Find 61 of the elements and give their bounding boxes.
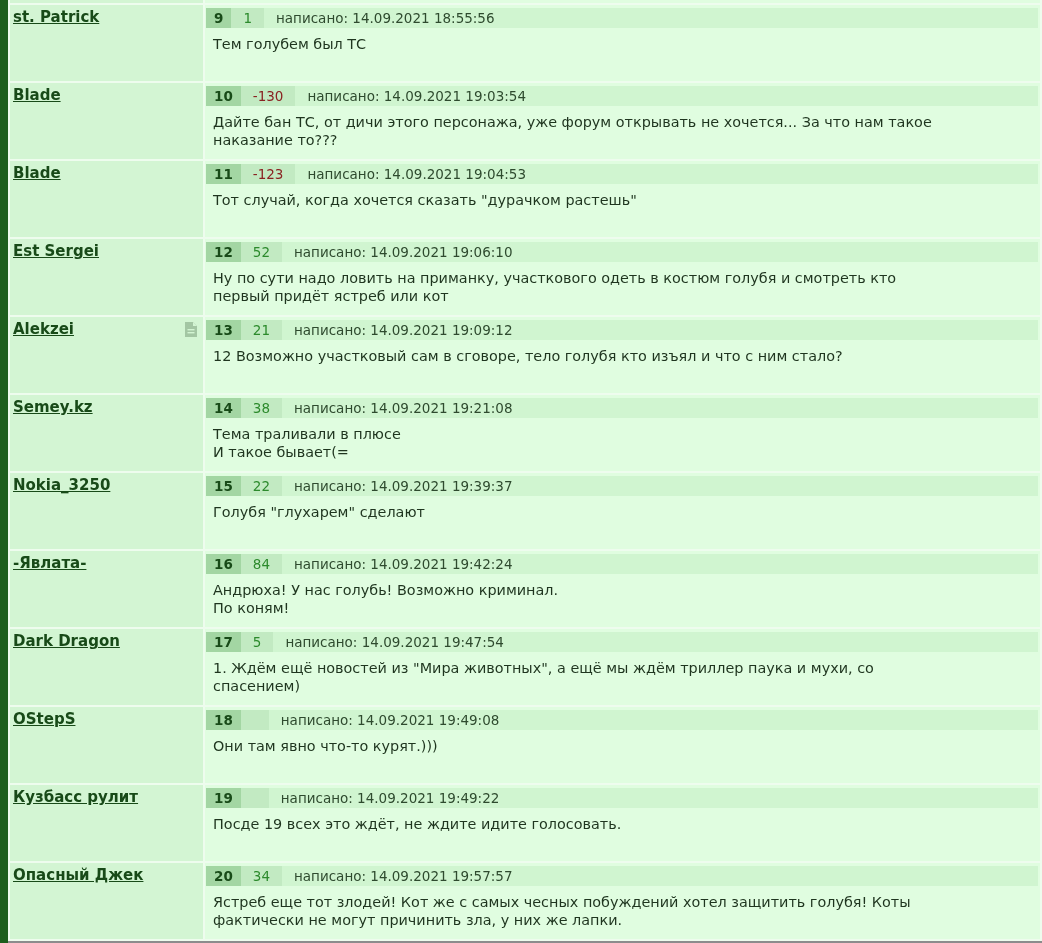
username-link[interactable]: Dark Dragon <box>13 632 120 650</box>
username-link[interactable]: Alekzei <box>13 320 74 338</box>
post-text: Голубя "глухарем" сделают <box>213 503 426 521</box>
post-date: написано: 14.09.2021 19:49:22 <box>280 789 500 808</box>
document-icon[interactable] <box>185 322 197 337</box>
post-number: 10 <box>206 86 241 106</box>
post-number: 16 <box>206 554 241 574</box>
username-link[interactable]: OStepS <box>13 710 76 728</box>
post-text: 1. Ждём ещё новостей из "Мира животных", а ещё мы ждём триллер паука и мухи, со спасением) <box>213 659 875 695</box>
post-date: написано: 14.09.2021 19:42:24 <box>294 555 513 574</box>
post-date: написано: 14.09.2021 19:57:57 <box>294 867 513 886</box>
post-number: 18 <box>206 710 241 730</box>
username-link[interactable]: Nokia_3250 <box>13 476 111 494</box>
post-number: 11 <box>206 164 241 184</box>
post-date: написано: 14.09.2021 18:55:56 <box>276 9 495 28</box>
username-link[interactable]: Est Sergei <box>13 242 99 260</box>
post-rating: 38 <box>240 398 282 418</box>
username-link[interactable]: Опасный Джек <box>13 866 144 884</box>
rating-cell <box>240 710 269 730</box>
post-date: написано: 14.09.2021 19:09:12 <box>294 321 513 340</box>
username-link[interactable]: Blade <box>13 164 61 182</box>
username-link[interactable]: Кузбасс рулит <box>13 788 139 806</box>
post-number: 12 <box>206 242 241 262</box>
post-rating: 52 <box>240 242 282 262</box>
rating-cell <box>240 788 269 808</box>
post-text: Посде 19 всех это ждёт, не ждите идите голосовать. <box>213 815 623 833</box>
post-number: 15 <box>206 476 241 496</box>
post-text: Ястреб еще тот злодей! Кот же с самых чесных побуждений хотел защитить голубя! Коты фактически не могут причинить зла, у них же лапки. <box>213 893 912 929</box>
post-date: написано: 14.09.2021 19:39:37 <box>294 477 513 496</box>
post-rating: -130 <box>240 86 296 106</box>
post-text: Они там явно что-то курят.))) <box>213 737 439 755</box>
post-date: написано: 14.09.2021 19:21:08 <box>294 399 513 418</box>
post-number: 13 <box>206 320 241 340</box>
post-rating: 22 <box>240 476 282 496</box>
username-link[interactable]: st. Patrick <box>13 8 100 26</box>
post-rating: 84 <box>240 554 282 574</box>
post-rating: -123 <box>240 164 296 184</box>
post-rating: 34 <box>240 866 282 886</box>
post-number: 14 <box>206 398 241 418</box>
post-rating: 1 <box>231 8 264 28</box>
post-text: Тема траливали в плюсе И такое бывает(= <box>213 425 402 461</box>
post-text: Ну по сути надо ловить на приманку, участкового одеть в костюм голубя и смотреть кто первый придёт ястреб или кот <box>213 269 898 305</box>
post-text: Тем голубем был ТС <box>213 35 368 53</box>
post-text: Андрюха! У нас голубь! Возможно криминал. По коням! <box>213 581 560 617</box>
username-link[interactable]: Semey.kz <box>13 398 93 416</box>
post-date: написано: 14.09.2021 19:03:54 <box>307 87 526 106</box>
post-rating: 5 <box>240 632 274 652</box>
post-number: 17 <box>206 632 241 652</box>
post-text: 12 Возможно участковый сам в сговоре, тело голубя кто изъял и что с ним стало? <box>213 347 844 365</box>
post-number: 20 <box>206 866 241 886</box>
post-text: Тот случай, когда хочется сказать "дурачком растешь" <box>213 191 638 209</box>
username-link[interactable]: -Явлата- <box>13 554 87 572</box>
post-text: Дайте бан ТС, от дичи этого персонажа, уже форум открывать не хочется... За что нам такое наказание то??? <box>213 113 933 149</box>
post-date: написано: 14.09.2021 19:04:53 <box>307 165 526 184</box>
post-date: написано: 14.09.2021 19:47:54 <box>285 633 504 652</box>
post-rating: 21 <box>240 320 282 340</box>
post-date: написано: 14.09.2021 19:49:08 <box>280 711 500 730</box>
post-number: 19 <box>206 788 241 808</box>
post-date: написано: 14.09.2021 19:06:10 <box>294 243 513 262</box>
username-link[interactable]: Blade <box>13 86 61 104</box>
post-number: 9 <box>206 8 232 28</box>
